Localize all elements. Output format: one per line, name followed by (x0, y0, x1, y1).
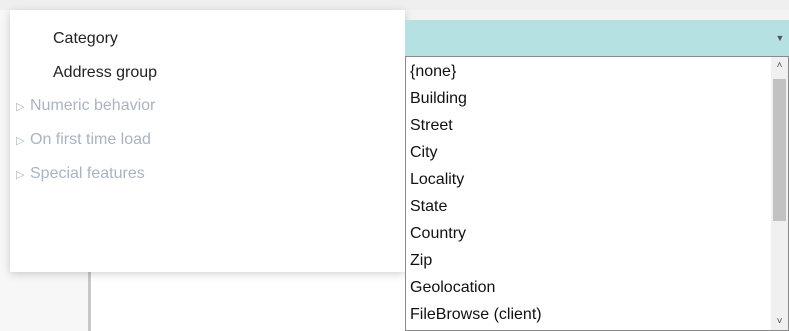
category-label-text: Category (53, 30, 118, 47)
section-label: On first time load (30, 131, 151, 148)
section-on-first-time-load[interactable]: ▷ On first time load (16, 126, 151, 154)
option-filebrowse-client[interactable]: FileBrowse (client) (410, 301, 542, 328)
chevron-down-icon[interactable]: ▼ (771, 20, 789, 56)
triangle-right-icon: ▷ (16, 169, 25, 181)
list-scrollbar[interactable]: ˄ ˅ (771, 57, 788, 330)
properties-panel: Category Address group ▷ Numeric behavior… (10, 10, 405, 272)
scroll-down-arrow-icon[interactable]: ˅ (771, 313, 788, 330)
option-zip[interactable]: Zip (410, 247, 432, 274)
address-group-property-label[interactable]: Address group (53, 59, 157, 87)
option-country[interactable]: Country (410, 220, 466, 247)
option-geolocation[interactable]: Geolocation (410, 274, 495, 301)
triangle-right-icon: ▷ (16, 135, 25, 147)
window-top-strip (0, 0, 789, 10)
scroll-thumb[interactable] (773, 79, 786, 221)
section-label: Numeric behavior (30, 97, 156, 114)
triangle-right-icon: ▷ (16, 101, 25, 113)
scroll-up-arrow-icon[interactable]: ˄ (771, 57, 788, 74)
option-none[interactable]: {none} (410, 58, 456, 85)
section-special-features[interactable]: ▷ Special features (16, 160, 145, 188)
address-group-label-text: Address group (53, 64, 158, 81)
option-building[interactable]: Building (410, 85, 467, 112)
category-options-list[interactable]: {none} Building Street City Locality Sta… (405, 56, 789, 331)
option-state[interactable]: State (410, 193, 447, 220)
option-street[interactable]: Street (410, 112, 453, 139)
category-dropdown[interactable]: ▼ (405, 20, 789, 56)
section-label: Special features (30, 165, 145, 182)
category-property-label[interactable]: Category (53, 25, 118, 53)
option-city[interactable]: City (410, 139, 438, 166)
option-locality[interactable]: Locality (410, 166, 464, 193)
section-numeric-behavior[interactable]: ▷ Numeric behavior (16, 92, 155, 120)
